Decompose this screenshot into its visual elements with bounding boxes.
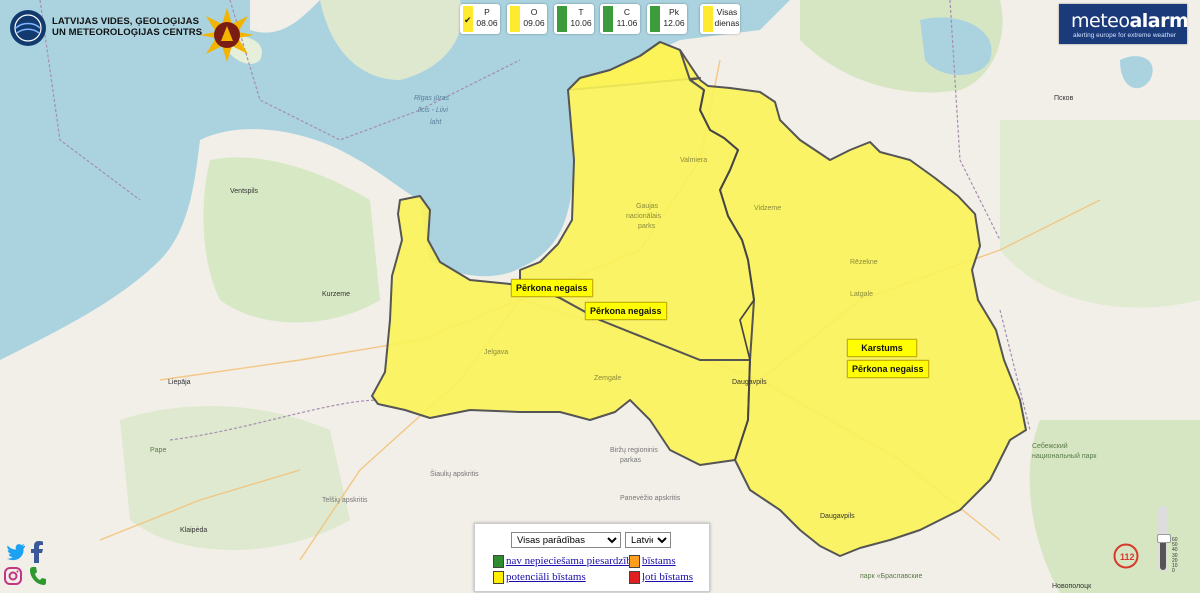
day-tab-text: O 09.06 <box>521 7 547 29</box>
twitter-icon[interactable] <box>6 543 26 566</box>
svg-text:национальный парк: национальный парк <box>1032 452 1097 460</box>
day-tab-5[interactable]: Visas dienas <box>700 4 740 34</box>
svg-text:Panevėžio apskritis: Panevėžio apskritis <box>620 495 681 502</box>
svg-text:līcis - Liivi: līcis - Liivi <box>418 107 448 114</box>
svg-text:Latgale: Latgale <box>850 291 873 298</box>
day-tab-date: 12.06 <box>663 18 685 28</box>
svg-text:Псков: Псков <box>1054 95 1074 102</box>
svg-text:Šiaulių apskritis: Šiaulių apskritis <box>430 469 479 478</box>
day-tab-text: Visas dienas <box>714 7 740 29</box>
day-tab-weekday: P <box>484 7 490 17</box>
legend-item-potentially-dangerous[interactable]: potenciāli bīstams <box>506 571 586 583</box>
day-tab-0[interactable]: ✔ P 08.06 <box>460 4 500 34</box>
svg-text:Pape: Pape <box>150 447 166 454</box>
day-tab-weekday: O <box>530 7 538 17</box>
day-tab-date: dienas <box>714 18 740 28</box>
meteoalarm-title-b: alarm <box>1129 10 1189 32</box>
svg-text:laht: laht <box>430 119 442 126</box>
day-tab-date: 11.06 <box>616 18 638 28</box>
language-select[interactable]: Latviešu <box>625 532 671 548</box>
vugd-emblem <box>198 6 256 64</box>
day-tab-swatch <box>510 6 520 32</box>
meteoalarm-subtitle: alerting europe for extreme weather <box>1073 32 1176 39</box>
legend-item-dangerous[interactable]: bīstams <box>642 555 676 567</box>
day-tab-weekday: Visas <box>716 7 738 17</box>
warning-label-heat[interactable]: Karstums <box>847 339 917 357</box>
svg-text:Daugavpils: Daugavpils <box>732 379 767 386</box>
svg-text:Vidzeme: Vidzeme <box>754 205 781 212</box>
day-tab-date: 08.06 <box>476 18 498 28</box>
svg-text:Ventspils: Ventspils <box>230 188 259 195</box>
day-tab-2[interactable]: T 10.06 <box>554 4 594 34</box>
zoom-tick-labels: 60 50 40 30 20 10 0 <box>1172 537 1178 575</box>
day-tab-weekday: C <box>623 7 631 17</box>
svg-text:Valmiera: Valmiera <box>680 157 707 164</box>
day-tab-weekday: Pk <box>669 7 679 17</box>
svg-text:Новополоцк: Новополоцк <box>1052 583 1092 590</box>
day-tab-4[interactable]: Pk 12.06 <box>647 4 687 34</box>
facebook-icon[interactable] <box>30 541 44 568</box>
meteoalarm-title-a: meteo <box>1071 10 1130 32</box>
day-tab-swatch <box>603 6 613 32</box>
day-tab-swatch <box>557 6 567 32</box>
day-tab-1[interactable]: O 09.06 <box>507 4 547 34</box>
svg-text:парк «Браславские: парк «Браславские <box>860 573 922 580</box>
legend-swatch-red <box>629 571 640 584</box>
zoom-tick: 0 <box>1172 568 1175 575</box>
zoom-slider-handle[interactable] <box>1157 534 1171 543</box>
warning-label-thunderstorm-3[interactable]: Pērkona negaiss <box>847 360 929 378</box>
org-name: LATVIJAS VIDES, ĢEOLOĢIJAS UN METEOROLOĢ… <box>52 16 202 38</box>
day-tab-date: 10.06 <box>570 18 592 28</box>
day-tab-date: 09.06 <box>523 18 545 28</box>
org-line2: UN METEOROLOĢIJAS CENTRS <box>52 27 203 38</box>
svg-text:Jelgava: Jelgava <box>484 349 508 356</box>
weather-map[interactable]: Rīgas jūras līcis - Liivi laht Ventspils… <box>0 0 1200 593</box>
day-tab-3[interactable]: C 11.06 <box>600 4 640 34</box>
day-tab-weekday: T <box>578 7 584 17</box>
org-line1: LATVIJAS VIDES, ĢEOLOĢIJAS <box>52 16 200 27</box>
svg-text:nacionālais: nacionālais <box>626 213 662 220</box>
phenomenon-select[interactable]: Visas parādības <box>511 532 621 548</box>
svg-text:Liepāja: Liepāja <box>168 379 191 386</box>
meteoalarm-title: meteoalarm <box>1071 10 1189 32</box>
svg-text:parks: parks <box>638 223 656 230</box>
svg-text:Rēzekne: Rēzekne <box>850 259 878 266</box>
day-tab-swatch <box>703 6 713 32</box>
svg-text:Telšių apskritis: Telšių apskritis <box>322 497 368 504</box>
day-tab-text: P 08.06 <box>474 7 500 29</box>
svg-text:parkas: parkas <box>620 457 642 464</box>
day-tab-text: T 10.06 <box>568 7 594 29</box>
zoom-slider-fill <box>1160 540 1166 570</box>
emergency-112-icon[interactable]: 112 <box>1113 543 1139 574</box>
lvgmc-logo-icon <box>10 10 46 46</box>
legend-item-no-caution[interactable]: nav nepieciešama piesardzība <box>506 555 637 567</box>
emergency-number: 112 <box>1120 552 1135 562</box>
day-tab-swatch <box>650 6 660 32</box>
legend-swatch-green <box>493 555 504 568</box>
day-tab-text: C 11.06 <box>614 7 640 29</box>
svg-text:Klaipėda: Klaipėda <box>180 527 207 534</box>
selected-check-icon: ✔ <box>464 15 472 25</box>
svg-text:Себежский: Себежский <box>1032 442 1068 450</box>
svg-text:Biržų regioninis: Biržų regioninis <box>610 447 658 454</box>
svg-text:Kurzeme: Kurzeme <box>322 291 350 298</box>
legend-item-very-dangerous[interactable]: ļoti bīstams <box>642 571 693 583</box>
day-tab-text: Pk 12.06 <box>661 7 687 29</box>
rescue-emblem-icon <box>200 8 254 62</box>
legend-panel: Visas parādības Latviešu nav nepieciešam… <box>474 523 710 592</box>
meteoalarm-logo[interactable]: meteoalarm alerting europe for extreme w… <box>1059 4 1189 44</box>
lvgmc-logo[interactable] <box>8 8 48 48</box>
phone-icon[interactable] <box>29 566 47 591</box>
svg-text:Zemgale: Zemgale <box>594 375 621 382</box>
gulf-label: Rīgas jūras <box>414 95 450 102</box>
svg-text:Gaujas: Gaujas <box>636 203 659 210</box>
zoom-slider[interactable] <box>1157 506 1171 572</box>
svg-text:Daugavpils: Daugavpils <box>820 513 855 520</box>
warning-label-thunderstorm-2[interactable]: Pērkona negaiss <box>585 302 667 320</box>
legend-swatch-yellow <box>493 571 504 584</box>
instagram-icon[interactable] <box>4 567 22 590</box>
legend-swatch-orange <box>629 555 640 568</box>
warning-label-thunderstorm-1[interactable]: Pērkona negaiss <box>511 279 593 297</box>
